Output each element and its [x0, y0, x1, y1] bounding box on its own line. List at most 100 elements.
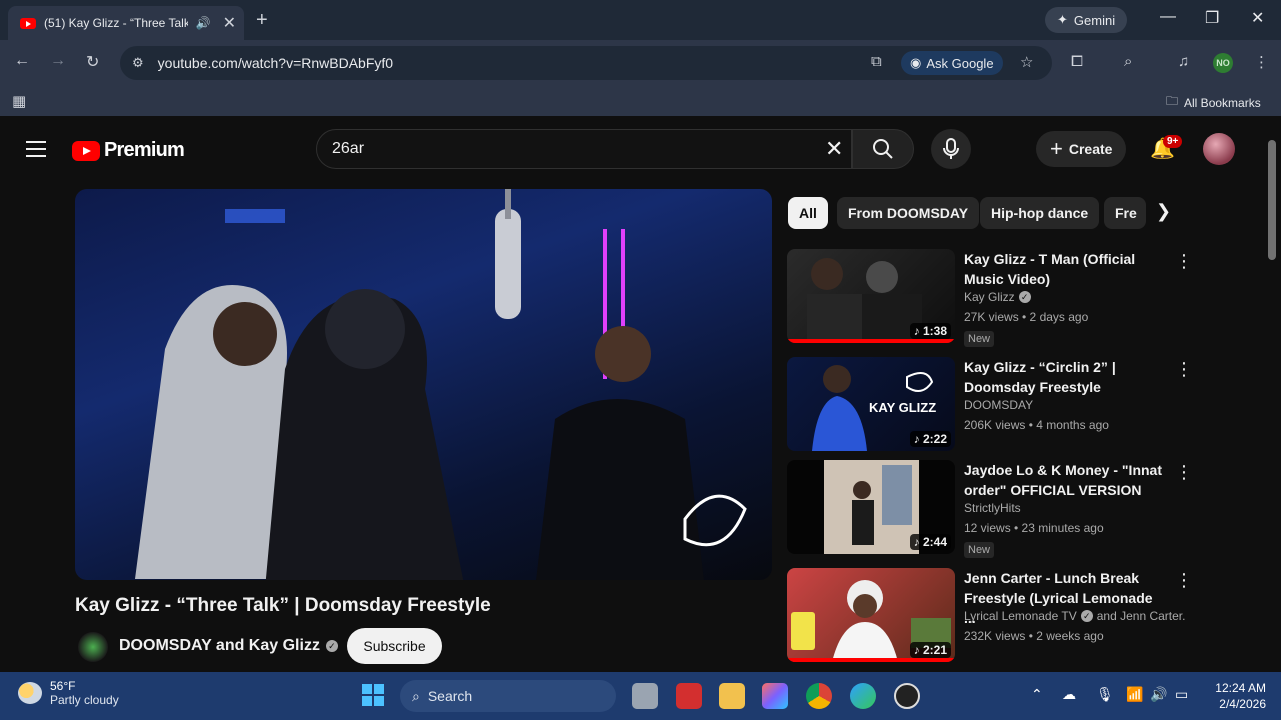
create-button[interactable]: + Create	[1036, 131, 1127, 167]
tab-search-icon[interactable]: ⌕	[1124, 53, 1132, 70]
recommended-meta: 206K views • 4 months ago	[964, 418, 1109, 432]
app-l-icon[interactable]	[676, 683, 702, 709]
chip-hip-hop-dance[interactable]: Hip-hop dance	[980, 197, 1100, 229]
taskbar-search[interactable]: ⌕ Search	[400, 680, 616, 712]
volume-icon[interactable]: 🔊	[1150, 686, 1167, 703]
clear-search-icon[interactable]: ✕	[825, 136, 843, 162]
chevron-right-icon[interactable]: ❯	[1156, 201, 1171, 222]
chevron-up-icon[interactable]: ⌃	[1031, 686, 1043, 703]
more-options-icon[interactable]: ⋮	[1175, 570, 1193, 591]
recommended-title[interactable]: Kay Glizz - “Circlin 2” | Doomsday Frees…	[964, 357, 1164, 397]
youtube-logo[interactable]: Premium	[72, 139, 185, 162]
chip-all[interactable]: All	[788, 197, 828, 229]
profile-avatar[interactable]: NO	[1213, 53, 1233, 73]
bookmarks-bar	[0, 84, 1281, 116]
battery-icon[interactable]: ▭	[1175, 686, 1188, 703]
start-windows-icon[interactable]	[362, 684, 384, 706]
reload-icon[interactable]: ↻	[86, 52, 99, 72]
ask-google-button[interactable]: ◉ Ask Google	[901, 51, 1003, 75]
weather-widget[interactable]: 56°F Partly cloudy	[18, 679, 119, 707]
edge-icon[interactable]	[850, 683, 876, 709]
duration-text: 2:21	[922, 643, 947, 657]
recommended-video[interactable]: ♪ 2:44 Jaydoe Lo & K Money - "Innat orde…	[787, 460, 1207, 560]
recommended-channel-label: Kay Glizz	[964, 290, 1015, 304]
url-text: youtube.com/watch?v=RnwBDAbFyf0	[157, 55, 394, 71]
minimize-icon[interactable]: —	[1160, 8, 1176, 26]
all-bookmarks-button[interactable]: 🗀 All Bookmarks	[1166, 92, 1261, 113]
more-options-icon[interactable]: ⋮	[1175, 462, 1193, 483]
verified-check-icon: ✓	[1018, 291, 1031, 303]
recommended-channel-label: StrictlyHits	[964, 501, 1021, 515]
video-thumbnail[interactable]: ♪ 1:38	[787, 249, 955, 343]
new-badge: New	[964, 331, 995, 347]
subscribe-button[interactable]: Subscribe	[347, 628, 442, 664]
cloud-icon[interactable]: ☁	[1062, 686, 1076, 703]
recommended-channel[interactable]: Lyrical Lemonade TV ✓ and Jenn Carter.	[964, 609, 1185, 623]
close-window-icon[interactable]: ✕	[1251, 8, 1264, 28]
browser-tab[interactable]: (51) Kay Glizz - “Three Talk” | D 🔊 ✕	[8, 6, 244, 40]
new-tab-icon[interactable]: +	[256, 9, 268, 32]
video-thumbnail[interactable]: KAY GLIZZ ♪ 2:22	[787, 357, 955, 451]
search-button[interactable]	[852, 129, 914, 169]
install-app-icon[interactable]: ⧉	[871, 53, 882, 70]
channel-name[interactable]: DOOMSDAY and Kay Glizz ✓	[119, 637, 338, 655]
channel-name-label: DOOMSDAY and Kay Glizz	[119, 637, 320, 654]
recommended-video[interactable]: ♪ 1:38 Kay Glizz - T Man (Official Music…	[787, 249, 1207, 349]
clock[interactable]: 12:24 AM 2/4/2026	[1204, 680, 1266, 712]
recommended-video[interactable]: ♪ 2:21 Jenn Carter - Lunch Break Freesty…	[787, 568, 1207, 668]
file-explorer-icon[interactable]	[719, 683, 745, 709]
microsoft-365-icon[interactable]	[762, 683, 788, 709]
gemini-label: Gemini	[1073, 12, 1116, 28]
time: 12:24 AM	[1215, 681, 1266, 695]
media-control-icon[interactable]: ♫	[1178, 53, 1189, 70]
recommended-channel[interactable]: Kay Glizz ✓	[964, 290, 1031, 304]
apps-grid-icon[interactable]: ▦	[12, 92, 26, 110]
plus-icon: +	[1050, 136, 1063, 161]
hamburger-menu-icon[interactable]	[26, 141, 46, 162]
recommended-title[interactable]: Kay Glizz - T Man (Official Music Video)	[964, 249, 1164, 289]
verified-check-icon: ✓	[325, 640, 338, 652]
forward-icon[interactable]: →	[50, 52, 66, 70]
recommended-meta: 12 views • 23 minutes ago	[964, 521, 1104, 535]
recommended-video[interactable]: KAY GLIZZ ♪ 2:22 Kay Glizz - “Circlin 2”…	[787, 357, 1207, 457]
gemini-button[interactable]: ✦ Gemini	[1045, 7, 1128, 33]
microphone-icon[interactable]: 🎙	[1096, 686, 1114, 703]
video-thumbnail[interactable]: ♪ 2:44	[787, 460, 955, 554]
partly-cloudy-icon	[18, 682, 42, 704]
account-avatar[interactable]	[1203, 133, 1235, 165]
recommended-title[interactable]: Jaydoe Lo & K Money - "Innat order" OFFI…	[964, 460, 1164, 500]
duration-text: 2:22	[922, 432, 947, 446]
chrome-icon[interactable]	[806, 683, 832, 709]
video-thumbnail[interactable]: ♪ 2:21	[787, 568, 955, 662]
video-title: Kay Glizz - “Three Talk” | Doomsday Free…	[75, 595, 491, 616]
restore-icon[interactable]: ❐	[1205, 8, 1219, 28]
watch-progress-bar	[787, 339, 955, 343]
speaker-icon[interactable]: 🔊	[196, 16, 211, 30]
chip-freestyle[interactable]: Fre	[1104, 197, 1146, 229]
duration-text: 2:44	[922, 535, 947, 549]
tab-strip: (51) Kay Glizz - “Three Talk” | D 🔊 ✕ + …	[0, 0, 1281, 40]
channel-avatar[interactable]	[78, 632, 108, 662]
recommended-meta: 27K views • 2 days ago	[964, 310, 1089, 324]
voice-search-button[interactable]	[931, 129, 971, 169]
temperature: 56°F	[50, 679, 76, 693]
back-icon[interactable]: ←	[14, 52, 30, 70]
close-tab-icon[interactable]: ✕	[223, 13, 236, 33]
bookmark-star-icon[interactable]: ☆	[1020, 53, 1033, 71]
video-player[interactable]	[75, 189, 772, 580]
menu-kebab-icon[interactable]: ⋮	[1254, 53, 1269, 71]
page-scrollbar[interactable]	[1268, 140, 1276, 260]
folder-icon: 🗀	[1166, 94, 1179, 108]
more-options-icon[interactable]: ⋮	[1175, 359, 1193, 380]
lens-icon: ◉	[910, 55, 922, 70]
recommended-channel[interactable]: StrictlyHits	[964, 501, 1021, 515]
extensions-icon[interactable]: ⧠	[1071, 53, 1083, 70]
wifi-icon[interactable]: 📶	[1126, 686, 1143, 703]
chip-from-doomsday[interactable]: From DOOMSDAY	[837, 197, 980, 229]
site-info-icon[interactable]: ⚙	[132, 55, 144, 71]
obs-icon[interactable]	[894, 683, 920, 709]
recommended-channel[interactable]: DOOMSDAY	[964, 398, 1033, 412]
more-options-icon[interactable]: ⋮	[1175, 251, 1193, 272]
search-input[interactable]: 26ar	[316, 129, 852, 169]
task-view-icon[interactable]	[632, 683, 658, 709]
